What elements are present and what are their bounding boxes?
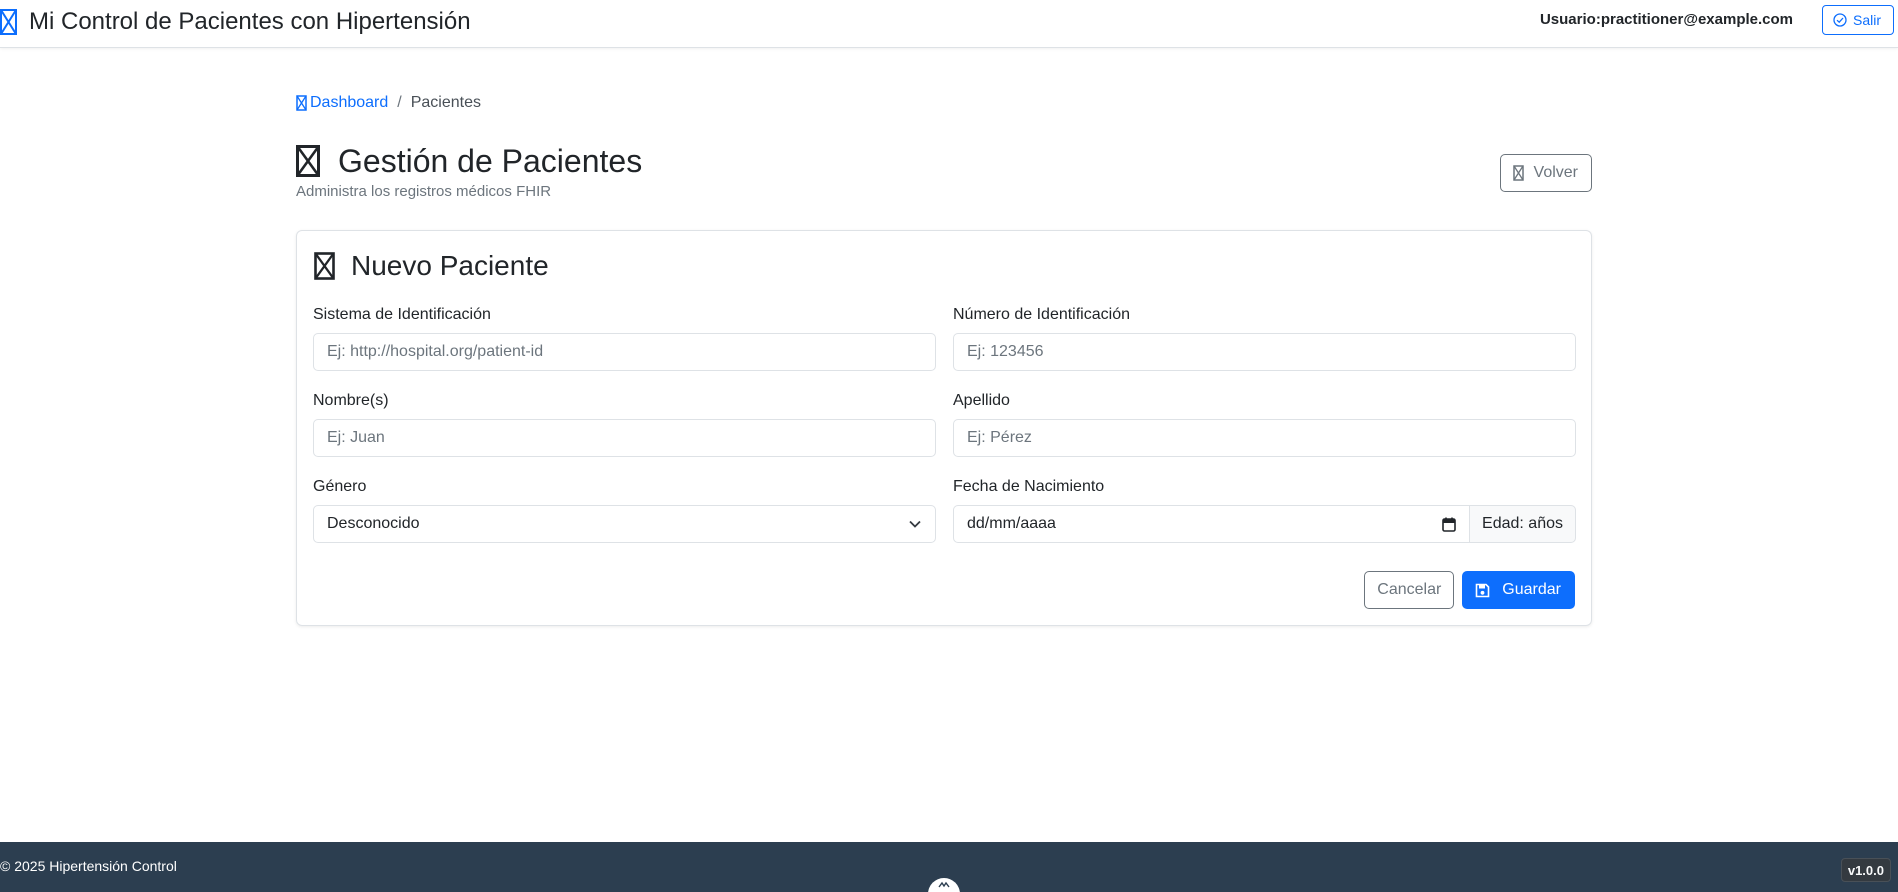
brand[interactable]: Mi Control de Pacientes con Hipertensión bbox=[0, 8, 471, 36]
form-actions: Cancelar Guardar bbox=[1364, 571, 1575, 609]
page-title-text: Gestión de Pacientes bbox=[338, 143, 643, 179]
card-title: Nuevo Paciente bbox=[314, 249, 549, 283]
breadcrumb-separator: / bbox=[397, 94, 402, 111]
footer: © 2025 Hipertensión Control v1.0.0 bbox=[0, 842, 1898, 892]
family-name-field: Apellido Ej: Pérez bbox=[953, 391, 1576, 457]
id-number-input[interactable]: Ej: 123456 bbox=[953, 333, 1576, 371]
family-name-input[interactable]: Ej: Pérez bbox=[953, 419, 1576, 457]
gender-label: Género bbox=[313, 478, 367, 495]
id-number-field: Número de Identificación Ej: 123456 bbox=[953, 305, 1576, 371]
given-name-label: Nombre(s) bbox=[313, 392, 389, 409]
id-system-input[interactable]: Ej: http://hospital.org/patient-id bbox=[313, 333, 936, 371]
card-title-text: Nuevo Paciente bbox=[351, 250, 549, 281]
user-label: Usuario: bbox=[1539, 11, 1601, 28]
birth-date-field: Fecha de Nacimiento dd/mm/aaaa Edad: año… bbox=[953, 477, 1576, 543]
gender-field: Género Desconocido bbox=[313, 477, 936, 543]
page-title: Gestión de Pacientes bbox=[296, 142, 1592, 180]
birth-date-label: Fecha de Nacimiento bbox=[953, 478, 1105, 495]
dashboard-icon bbox=[296, 95, 307, 111]
page-subtitle: Administra los registros médicos FHIR bbox=[296, 183, 552, 200]
breadcrumb-current: Pacientes bbox=[410, 94, 481, 111]
breadcrumb-dashboard-link[interactable]: Dashboard bbox=[296, 94, 388, 112]
version-badge: v1.0.0 bbox=[1840, 858, 1891, 882]
users-icon bbox=[296, 145, 320, 177]
given-name-field: Nombre(s) Ej: Juan bbox=[313, 391, 936, 457]
top-navbar: Mi Control de Pacientes con Hipertensión… bbox=[0, 0, 1898, 48]
cancel-button[interactable]: Cancelar bbox=[1364, 571, 1455, 609]
arrow-left-icon bbox=[1512, 165, 1524, 181]
chevron-down-icon bbox=[908, 517, 922, 531]
id-number-label: Número de Identificación bbox=[953, 306, 1130, 323]
given-name-input[interactable]: Ej: Juan bbox=[313, 419, 936, 457]
back-button[interactable]: Volver bbox=[1499, 154, 1592, 192]
logout-label: Salir bbox=[1852, 12, 1881, 28]
current-user: Usuario:practitioner@example.com bbox=[1540, 11, 1793, 28]
back-label: Volver bbox=[1533, 164, 1578, 181]
breadcrumb-dashboard-label: Dashboard bbox=[310, 94, 389, 111]
breadcrumb: Dashboard / Pacientes bbox=[296, 94, 481, 112]
id-system-field: Sistema de Identificación Ej: http://hos… bbox=[313, 305, 936, 371]
floating-action-button[interactable] bbox=[928, 878, 960, 892]
gender-select[interactable]: Desconocido bbox=[313, 505, 936, 543]
page-header: Gestión de Pacientes Administra los regi… bbox=[296, 142, 1592, 202]
app-title: Mi Control de Pacientes con Hipertensión bbox=[29, 8, 471, 35]
footer-copyright: © 2025 Hipertensión Control bbox=[0, 858, 177, 874]
save-button[interactable]: Guardar bbox=[1462, 571, 1575, 609]
new-patient-card: Nuevo Paciente Sistema de Identificación… bbox=[296, 230, 1592, 626]
gender-selected-value: Desconocido bbox=[327, 515, 420, 532]
save-icon bbox=[1475, 583, 1490, 598]
family-name-label: Apellido bbox=[953, 392, 1010, 409]
age-addon: Edad: años bbox=[1469, 505, 1576, 543]
check-circle-icon bbox=[1833, 13, 1847, 27]
user-plus-icon bbox=[314, 252, 335, 280]
birth-date-input[interactable]: dd/mm/aaaa bbox=[953, 505, 1470, 543]
birth-date-group: dd/mm/aaaa Edad: años bbox=[953, 505, 1576, 543]
calendar-icon[interactable] bbox=[1442, 517, 1456, 532]
save-label: Guardar bbox=[1502, 581, 1561, 598]
id-system-label: Sistema de Identificación bbox=[313, 306, 491, 323]
birth-date-value: dd/mm/aaaa bbox=[967, 515, 1056, 532]
heart-pulse-icon bbox=[0, 8, 17, 36]
assistant-icon bbox=[938, 881, 950, 889]
user-email: practitioner@example.com bbox=[1600, 11, 1793, 28]
logout-button[interactable]: Salir bbox=[1821, 5, 1894, 35]
